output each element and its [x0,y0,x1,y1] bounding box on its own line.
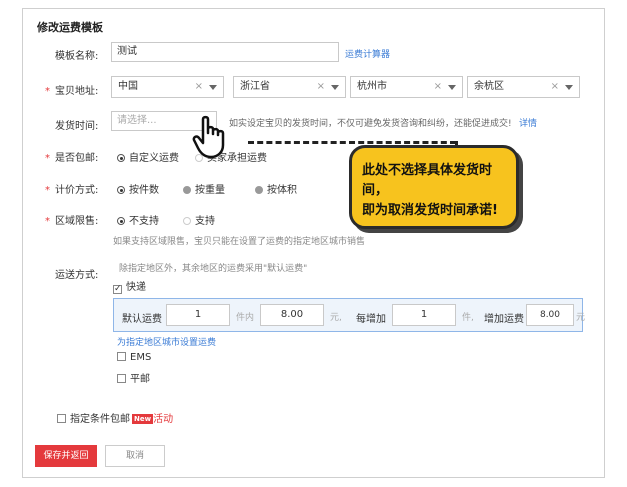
template-name-label: 模板名称: [55,51,99,62]
province-select[interactable]: 浙江省 × [233,76,346,98]
radio-support[interactable]: 支持 [183,212,215,227]
province-value: 浙江省 [240,81,270,92]
chevron-down-icon [209,85,217,90]
radio-selected-icon [117,217,125,225]
set-region-fee-link[interactable]: 为指定地区城市设置运费 [117,335,216,348]
radio-icon [183,186,191,194]
callout-line-2: 即为取消发货时间承诺! [362,203,498,218]
region-limit-hint: 如果支持区域限售，宝贝只能在设置了运费的指定地区城市销售 [113,237,366,247]
add-fee-label: 增加运费 [484,314,524,325]
ship-time-label: 发货时间: [55,121,99,132]
clear-icon[interactable]: × [434,77,442,97]
pricing-label: 计价方式: [45,181,98,196]
radio-by-count[interactable]: 按件数 [117,181,159,196]
callout-line-1: 此处不选择具体发货时间， [362,163,493,198]
default-fee-label: 默认运费 [122,314,162,325]
clear-icon[interactable]: × [195,77,203,97]
city-value: 杭州市 [357,81,387,92]
district-value: 余杭区 [474,81,504,92]
each-add-label: 每增加 [356,314,386,325]
template-name-input[interactable]: 测试 [111,42,339,62]
radio-icon [183,217,191,225]
add-price-input[interactable]: 8.00 [526,304,574,326]
express-checkbox[interactable]: ✓ 快递 [113,278,146,294]
ship-time-detail-link[interactable]: 详情 [519,116,537,129]
yuan-label: 元, [330,313,342,323]
radio-by-weight[interactable]: 按重量 [183,181,225,196]
ship-time-notice: 如实设定宝贝的发货时间，不仅可避免发货咨询和纠纷，还能促进成交! [229,119,512,129]
district-select[interactable]: 余杭区 × [467,76,580,98]
address-label: 宝贝地址: [45,82,98,97]
ems-checkbox[interactable]: EMS [117,352,151,363]
clear-icon[interactable]: × [317,77,325,97]
activity-label: 活动 [153,414,174,425]
checkbox-icon [117,352,126,361]
chevron-down-icon [565,85,573,90]
conditional-free-checkbox[interactable]: 指定条件包邮 New 活动 [57,410,173,425]
annotation-callout: 此处不选择具体发货时间， 即为取消发货时间承诺! [349,145,519,229]
yuan-label: 元 [576,313,586,323]
clear-icon[interactable]: × [551,77,559,97]
chevron-down-icon [331,85,339,90]
hand-pointer-icon [192,115,225,159]
shipping-calculator-link[interactable]: 运费计算器 [345,47,390,60]
checkbox-checked-icon: ✓ [113,284,122,294]
post-checkbox[interactable]: 平邮 [117,370,150,385]
region-limit-label: 区域限售: [45,212,98,227]
city-select[interactable]: 杭州市 × [350,76,463,98]
radio-icon [255,186,263,194]
radio-custom-fee[interactable]: 自定义运费 [117,149,179,164]
cancel-button[interactable]: 取消 [105,445,165,467]
delivery-hint: 除指定地区外，其余地区的运费采用"默认运费" [119,264,308,274]
shipping-template-form: 修改运费模板 模板名称: 测试 运费计算器 宝贝地址: 中国 × 浙江省 × 杭… [22,8,605,478]
delivery-label: 运送方式: [55,270,99,281]
default-price-input[interactable]: 8.00 [260,304,324,326]
unit-item-label: 件, [462,313,474,323]
free-shipping-label: 是否包邮: [45,149,98,164]
checkbox-icon [57,414,66,423]
radio-selected-icon [117,154,125,162]
chevron-down-icon [448,85,456,90]
express-fee-row: 默认运费 1 件内 8.00 元, 每增加 1 件, 增加运费 8.00 元 [113,298,586,332]
radio-by-volume[interactable]: 按体积 [255,181,297,196]
default-qty-input[interactable]: 1 [166,304,230,326]
country-select[interactable]: 中国 × [111,76,224,98]
radio-selected-icon [117,186,125,194]
page-title: 修改运费模板 [37,21,103,34]
country-value: 中国 [118,81,138,92]
radio-not-support[interactable]: 不支持 [117,212,159,227]
annotation-dashed-line [248,141,456,144]
save-and-return-button[interactable]: 保存并返回 [35,445,97,467]
new-badge: New [132,414,154,424]
checkbox-icon [117,374,126,383]
add-qty-input[interactable]: 1 [392,304,456,326]
unit-within-label: 件内 [236,313,255,323]
